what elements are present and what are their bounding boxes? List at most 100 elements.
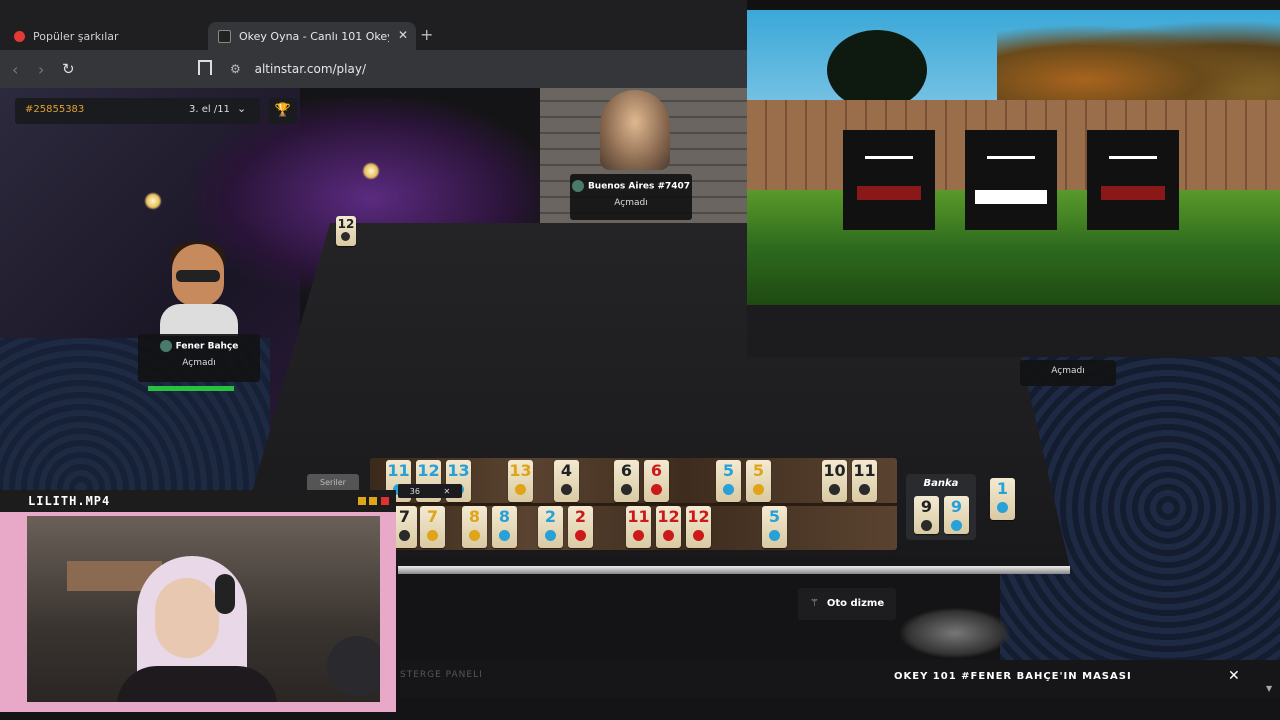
- tile-number: 13: [447, 461, 470, 480]
- rack-tile[interactable]: 12: [656, 506, 681, 548]
- rack-tile[interactable]: 13: [508, 460, 533, 502]
- tile-number: 4: [560, 461, 573, 480]
- tile-number: 11: [627, 507, 650, 526]
- trophy-icon[interactable]: 🏆: [269, 98, 297, 124]
- tile-number: 7: [398, 507, 411, 526]
- tile-number: 8: [468, 507, 481, 526]
- tile-star-icon: [951, 520, 962, 531]
- maximize-icon[interactable]: [369, 497, 377, 505]
- rack-tile[interactable]: 5: [746, 460, 771, 502]
- tab-close-icon[interactable]: ✕: [398, 28, 408, 42]
- game-info-bar[interactable]: #25855383 3. el /11 ⌄: [15, 98, 260, 124]
- tile-star-icon: [753, 484, 764, 495]
- tile-number: 1: [996, 479, 1009, 498]
- tile-number: 13: [509, 461, 532, 480]
- tile-star-icon: [469, 530, 480, 541]
- scroll-down-icon[interactable]: ▼: [1266, 684, 1272, 693]
- rack-tile[interactable]: 10: [822, 460, 847, 502]
- tile-star-icon: [561, 484, 572, 495]
- bookmark-icon[interactable]: [198, 60, 212, 75]
- rack-tile[interactable]: 5: [762, 506, 787, 548]
- rack-tile[interactable]: 6: [614, 460, 639, 502]
- site-settings-icon[interactable]: ⚙: [230, 62, 241, 76]
- tile-star-icon: [621, 484, 632, 495]
- bottom-bar: STERGE PANELI OKEY 101 #FENER BAHÇE'IN M…: [400, 660, 1280, 698]
- tile-star-icon: [633, 530, 644, 541]
- close-icon[interactable]: [381, 497, 389, 505]
- address-bar[interactable]: ⚙ altinstar.com/play/: [230, 62, 366, 76]
- player-rank-badge-icon: [159, 340, 172, 352]
- rack-tile[interactable]: 11: [626, 506, 651, 548]
- rack-tile[interactable]: 4: [554, 460, 579, 502]
- webcam-window: LILITH.MP4: [0, 490, 396, 712]
- rack-tile[interactable]: 2: [568, 506, 593, 548]
- browser-toolbar: ‹ › ↻ ⚙ altinstar.com/play/: [0, 50, 747, 88]
- player-status: Açmadı: [614, 198, 648, 208]
- rack-tile[interactable]: 8: [462, 506, 487, 548]
- player-status: Açmadı: [182, 358, 216, 368]
- rack-tile[interactable]: 9: [944, 496, 969, 534]
- tile-number: 6: [650, 461, 663, 480]
- close-icon[interactable]: ✕: [444, 487, 451, 496]
- back-arrow-icon[interactable]: ‹: [12, 60, 18, 79]
- player-name: Buenos Aires #7407: [587, 181, 691, 192]
- indicator-panel-label[interactable]: STERGE PANELI: [400, 670, 483, 680]
- bank-panel[interactable]: Banka 99: [906, 474, 976, 540]
- left-player-avatar: [160, 242, 240, 336]
- table-rim: [398, 566, 1070, 574]
- pile-count: 36: [409, 486, 420, 496]
- new-tab-plus-icon[interactable]: +: [420, 25, 433, 44]
- domo-figure: [1087, 130, 1179, 230]
- altinstar-favicon-icon: [218, 29, 231, 43]
- tile-star-icon: [859, 484, 870, 495]
- minimize-icon[interactable]: [358, 497, 366, 505]
- pedestal: [900, 608, 1010, 658]
- rack-tile[interactable]: 5: [716, 460, 741, 502]
- forward-arrow-icon[interactable]: ›: [38, 60, 44, 79]
- rack-tile[interactable]: 7: [420, 506, 445, 548]
- tab-popular-songs[interactable]: Popüler şarkılar: [8, 22, 204, 50]
- rack-tile[interactable]: 9: [914, 496, 939, 534]
- tile-star-icon: [829, 484, 840, 495]
- table-title: OKEY 101 #FENER BAHÇE'IN MASASI: [894, 671, 1132, 682]
- bank-label: Banka: [923, 478, 959, 489]
- chevron-down-icon[interactable]: ⌄: [237, 102, 246, 115]
- player-right-card[interactable]: Açmadı: [1020, 360, 1116, 386]
- rack-tile[interactable]: 6: [644, 460, 669, 502]
- webcam-title: LILITH.MP4: [28, 494, 111, 508]
- close-icon[interactable]: ✕: [1228, 668, 1240, 684]
- video-overlay: [747, 0, 1280, 357]
- tile-number: 12: [687, 507, 710, 526]
- tile-number: 2: [574, 507, 587, 526]
- domo-figure: [965, 130, 1057, 230]
- tile-star-icon: [651, 484, 662, 495]
- auto-sort-button[interactable]: ⚚ Oto dizme: [798, 588, 896, 620]
- rack-tile[interactable]: 2: [538, 506, 563, 548]
- player-left-card[interactable]: Fener Bahçe Açmadı: [138, 334, 260, 382]
- player-top-card[interactable]: Buenos Aires #7407 Açmadı: [570, 174, 692, 220]
- tile-number: 5: [722, 461, 735, 480]
- tile-star-icon: [663, 530, 674, 541]
- player-rank-badge-icon: [571, 180, 584, 192]
- tab-label: Popüler şarkılar: [33, 29, 119, 43]
- domo-figure: [843, 130, 935, 230]
- rack-tile[interactable]: 11: [852, 460, 877, 502]
- discard-tile[interactable]: 1: [990, 478, 1015, 520]
- tile-number: 12: [657, 507, 680, 526]
- discard-tile[interactable]: 12: [336, 216, 356, 246]
- top-player-avatar: [600, 90, 670, 170]
- tab-okey-oyna[interactable]: Okey Oyna - Canlı 101 Okey ve D ✕: [208, 22, 416, 50]
- tile-number: 6: [620, 461, 633, 480]
- tile-star-icon: [399, 530, 410, 541]
- magic-wand-icon: ⚚: [809, 598, 819, 609]
- rack-tile[interactable]: 12: [686, 506, 711, 548]
- tab-label: Okey Oyna - Canlı 101 Okey ve D: [239, 29, 389, 43]
- rack-tile[interactable]: 8: [492, 506, 517, 548]
- tile-number: 2: [544, 507, 557, 526]
- ceiling-lamp: [362, 162, 380, 180]
- tile-number: 9: [920, 497, 933, 516]
- tile-number: 5: [752, 461, 765, 480]
- reload-icon[interactable]: ↻: [62, 60, 75, 78]
- tile-number: 9: [950, 497, 963, 516]
- tile-star-icon: [769, 530, 780, 541]
